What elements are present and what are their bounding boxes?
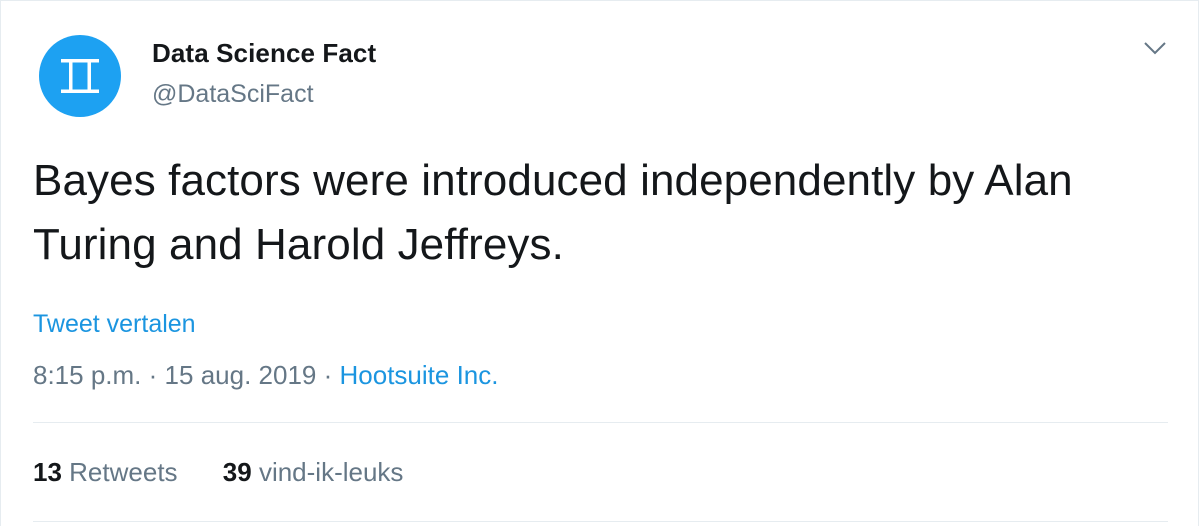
likes-stat[interactable]: 39 vind-ik-leuks: [223, 457, 404, 487]
tweet-date[interactable]: 15 aug. 2019: [165, 360, 317, 390]
divider: [33, 422, 1168, 423]
meta-separator: ·: [148, 360, 158, 390]
tweet-stats: 13 Retweets 39 vind-ik-leuks: [33, 457, 403, 488]
avatar[interactable]: [39, 35, 121, 117]
tweet-metadata: 8:15 p.m. · 15 aug. 2019 · Hootsuite Inc…: [33, 360, 498, 391]
tweet-card: Data Science Fact @DataSciFact Bayes fac…: [0, 0, 1199, 526]
author-handle[interactable]: @DataSciFact: [152, 80, 314, 109]
tweet-time[interactable]: 8:15 p.m.: [33, 360, 141, 390]
tweet-text: Bayes factors were introduced independen…: [33, 156, 1073, 269]
author-name[interactable]: Data Science Fact: [152, 38, 376, 69]
translate-tweet-link[interactable]: Tweet vertalen: [33, 310, 196, 339]
more-options-button[interactable]: [1140, 35, 1170, 61]
divider: [33, 521, 1168, 522]
chevron-down-icon: [1144, 42, 1166, 55]
meta-separator: ·: [323, 360, 333, 390]
likes-count: 39: [222, 457, 252, 487]
likes-label: vind-ik-leuks: [258, 457, 404, 487]
retweets-stat[interactable]: 13 Retweets: [33, 457, 185, 487]
retweets-count: 13: [33, 457, 62, 487]
tweet-source-link[interactable]: Hootsuite Inc.: [340, 360, 499, 390]
retweets-label: Retweets: [69, 457, 178, 487]
pi-logo-icon: [61, 59, 99, 93]
